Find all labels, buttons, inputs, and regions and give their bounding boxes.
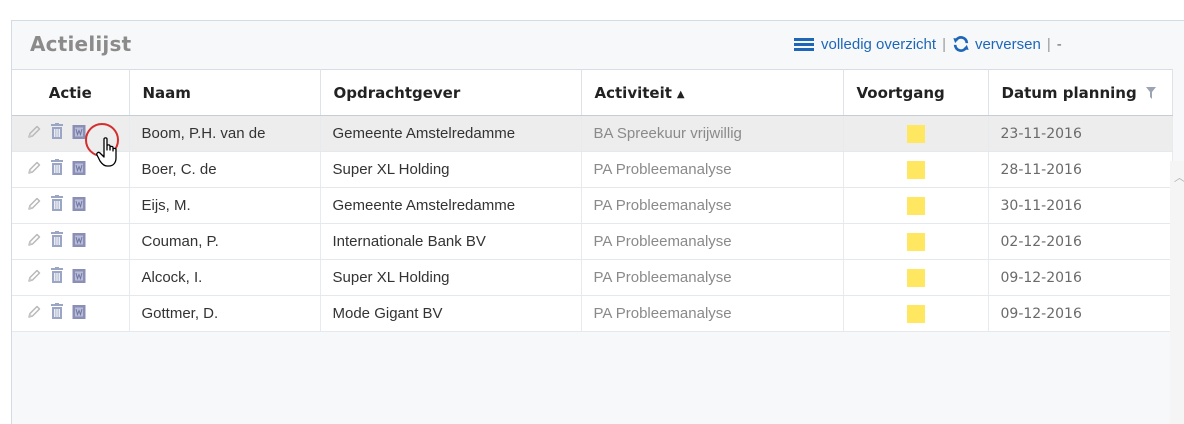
cell-datum: 09-12-2016 <box>988 295 1173 332</box>
cell-naam: Gottmer, D. <box>129 295 321 332</box>
cell-voortgang <box>843 115 989 152</box>
toolbar-separator: | <box>942 35 946 53</box>
progress-indicator <box>906 268 925 287</box>
table-header-row: Actie Naam Opdrachtgever Activiteit ▲ Voo… <box>12 69 1173 116</box>
trash-icon[interactable] <box>50 195 64 216</box>
progress-indicator <box>906 124 925 143</box>
column-header-naam[interactable]: Naam <box>129 69 321 116</box>
cell-naam: Eijs, M. <box>129 187 321 224</box>
cell-activiteit: PA Probleemanalyse <box>581 295 844 332</box>
trash-icon[interactable] <box>50 303 64 324</box>
collapse-dash[interactable]: - <box>1057 36 1062 53</box>
full-overview-link[interactable]: volledig overzicht <box>821 36 936 53</box>
document-icon[interactable] <box>72 304 86 324</box>
cell-activiteit: BA Spreekuur vrijwillig <box>581 115 844 152</box>
cell-opdrachtgever: Super XL Holding <box>320 259 582 296</box>
table-row[interactable]: Boom, P.H. van de Gemeente Amstelredamme B… <box>12 115 1173 152</box>
action-table: Actie Naam Opdrachtgever Activiteit ▲ Voo… <box>12 69 1173 332</box>
scroll-up-icon[interactable]: ︿ <box>1174 169 1184 185</box>
document-icon[interactable] <box>72 124 86 144</box>
column-header-activiteit[interactable]: Activiteit ▲ <box>581 69 844 116</box>
cell-activiteit: PA Probleemanalyse <box>581 223 844 260</box>
cell-opdrachtgever: Gemeente Amstelredamme <box>320 115 582 152</box>
column-header-voortgang-label: Voortgang <box>856 83 945 102</box>
cell-voortgang <box>843 187 989 224</box>
cell-opdrachtgever: Mode Gigant BV <box>320 295 582 332</box>
toolbar-separator-2: | <box>1046 35 1051 53</box>
trash-icon[interactable] <box>50 123 64 144</box>
column-header-naam-label: Naam <box>142 83 191 102</box>
pencil-icon[interactable] <box>26 268 42 288</box>
cell-activiteit: PA Probleemanalyse <box>581 259 844 296</box>
table-row[interactable]: Couman, P. Internationale Bank BV PA Probl… <box>12 223 1173 260</box>
pencil-icon[interactable] <box>26 304 42 324</box>
pencil-icon[interactable] <box>26 160 42 180</box>
progress-indicator <box>906 232 925 251</box>
sort-ascending-icon: ▲ <box>676 88 685 100</box>
table-row[interactable]: Alcock, I. Super XL Holding PA Probleemana… <box>12 259 1173 296</box>
pencil-icon[interactable] <box>26 196 42 216</box>
table-row[interactable]: Gottmer, D. Mode Gigant BV PA Probleemanal… <box>12 295 1173 332</box>
column-header-actie: Actie <box>12 69 130 116</box>
pencil-icon[interactable] <box>26 124 42 144</box>
cell-datum: 30-11-2016 <box>988 187 1173 224</box>
trash-icon[interactable] <box>50 231 64 252</box>
column-header-opdrachtgever-label: Opdrachtgever <box>333 83 461 102</box>
panel-title: Actielijst <box>30 32 132 56</box>
cell-opdrachtgever: Gemeente Amstelredamme <box>320 187 582 224</box>
cell-opdrachtgever: Super XL Holding <box>320 151 582 188</box>
cell-voortgang <box>843 223 989 260</box>
cell-voortgang <box>843 295 989 332</box>
hand-pointer-icon <box>96 137 117 167</box>
column-header-datum-label: Datum planning <box>1001 83 1137 102</box>
cell-voortgang <box>843 151 989 188</box>
panel-toolbar: volledig overzicht | verversen | - <box>794 35 1062 53</box>
cell-datum: 28-11-2016 <box>988 151 1173 188</box>
action-list-panel: Actielijst volledig overzicht | ververse… <box>11 20 1184 424</box>
document-icon[interactable] <box>72 196 86 216</box>
column-header-voortgang[interactable]: Voortgang <box>843 69 989 116</box>
progress-indicator <box>906 196 925 215</box>
document-icon[interactable] <box>72 268 86 288</box>
cell-naam: Boom, P.H. van de <box>129 115 321 152</box>
refresh-icon[interactable] <box>952 35 970 53</box>
cell-opdrachtgever: Internationale Bank BV <box>320 223 582 260</box>
table-row[interactable]: Eijs, M. Gemeente Amstelredamme PA Problee… <box>12 187 1173 224</box>
pencil-icon[interactable] <box>26 232 42 252</box>
document-icon[interactable] <box>72 232 86 252</box>
cell-voortgang <box>843 259 989 296</box>
column-header-datum[interactable]: Datum planning <box>988 69 1173 116</box>
vertical-scrollbar[interactable] <box>1170 161 1184 424</box>
column-header-opdrachtgever[interactable]: Opdrachtgever <box>320 69 582 116</box>
cell-datum: 02-12-2016 <box>988 223 1173 260</box>
row-actions <box>12 187 130 224</box>
document-icon[interactable] <box>72 160 86 180</box>
panel-header: Actielijst volledig overzicht | ververse… <box>12 21 1184 69</box>
trash-icon[interactable] <box>50 159 64 180</box>
row-actions <box>12 295 130 332</box>
cell-activiteit: PA Probleemanalyse <box>581 151 844 188</box>
column-header-activiteit-label: Activiteit <box>594 83 672 102</box>
filter-icon[interactable] <box>1145 87 1156 99</box>
cell-activiteit: PA Probleemanalyse <box>581 187 844 224</box>
table-row[interactable]: Boer, C. de Super XL Holding PA Probleeman… <box>12 151 1173 188</box>
menu-lines-icon[interactable] <box>794 37 814 52</box>
cell-naam: Couman, P. <box>129 223 321 260</box>
refresh-link[interactable]: verversen <box>975 36 1041 53</box>
progress-indicator <box>906 304 925 323</box>
cell-naam: Alcock, I. <box>129 259 321 296</box>
row-actions <box>12 259 130 296</box>
progress-indicator <box>906 160 925 179</box>
cell-datum: 09-12-2016 <box>988 259 1173 296</box>
trash-icon[interactable] <box>50 267 64 288</box>
row-actions <box>12 223 130 260</box>
cell-naam: Boer, C. de <box>129 151 321 188</box>
cell-datum: 23-11-2016 <box>988 115 1173 152</box>
